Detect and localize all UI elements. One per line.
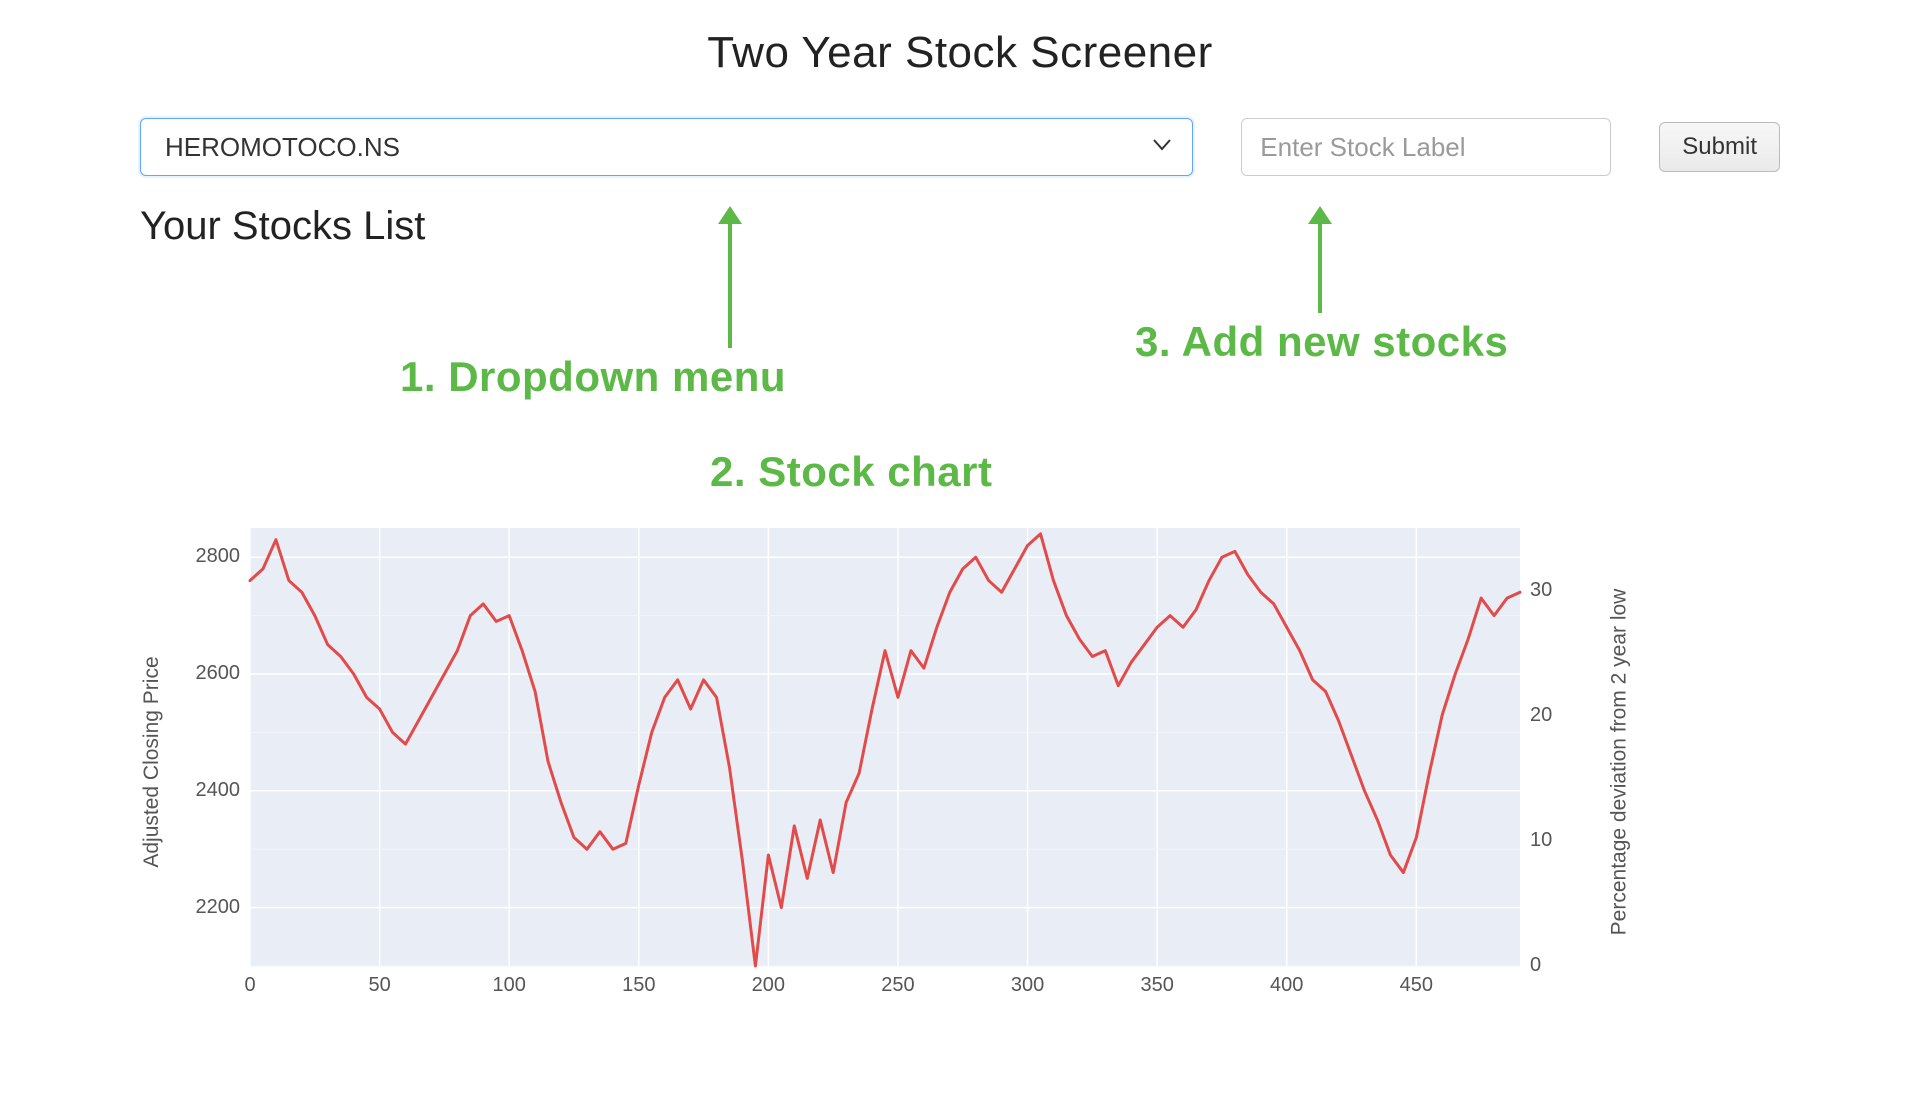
x-tick: 50 — [350, 974, 410, 997]
page-title: Two Year Stock Screener — [0, 28, 1920, 78]
annotation-arrow-dropdown — [728, 218, 732, 348]
chart-svg — [170, 518, 1590, 1006]
stock-dropdown[interactable]: HEROMOTOCO.NS — [140, 118, 1193, 176]
annotation-text-add: 3. Add new stocks — [1135, 318, 1508, 366]
y-tick-left: 2800 — [180, 545, 240, 568]
y-tick-right: 30 — [1530, 579, 1580, 602]
controls-row: HEROMOTOCO.NS Submit — [140, 118, 1780, 176]
annotation-arrow-add — [1318, 218, 1322, 313]
y-tick-left: 2200 — [180, 896, 240, 919]
submit-button[interactable]: Submit — [1659, 122, 1780, 172]
stock-label-input[interactable] — [1241, 118, 1611, 176]
x-tick: 350 — [1127, 974, 1187, 997]
x-tick: 200 — [738, 974, 798, 997]
y-axis-left-label: Adjusted Closing Price — [140, 656, 164, 867]
stocks-list-heading: Your Stocks List — [140, 204, 1920, 249]
y-tick-right: 20 — [1530, 704, 1580, 727]
y-tick-right: 0 — [1530, 954, 1580, 977]
y-axis-right-label: Percentage deviation from 2 year low — [1608, 589, 1632, 936]
x-tick: 150 — [609, 974, 669, 997]
x-tick: 300 — [998, 974, 1058, 997]
annotation-text-dropdown: 1. Dropdown menu — [400, 353, 786, 401]
x-tick: 400 — [1257, 974, 1317, 997]
x-tick: 250 — [868, 974, 928, 997]
stock-chart: Adjusted Closing Price Percentage deviat… — [170, 518, 1590, 1006]
x-tick: 100 — [479, 974, 539, 997]
y-tick-right: 10 — [1530, 829, 1580, 852]
x-tick: 450 — [1386, 974, 1446, 997]
x-tick: 0 — [220, 974, 280, 997]
annotation-text-chart: 2. Stock chart — [710, 448, 992, 496]
stock-dropdown-wrap: HEROMOTOCO.NS — [140, 118, 1193, 176]
y-tick-left: 2400 — [180, 779, 240, 802]
y-tick-left: 2600 — [180, 662, 240, 685]
